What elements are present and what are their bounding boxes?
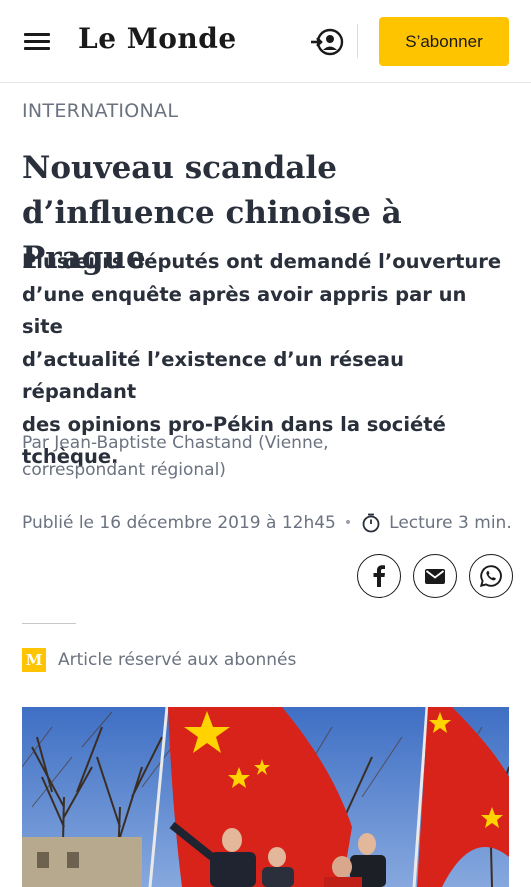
article-meta: Publié le 16 décembre 2019 à 12h45 • Lec… <box>22 510 512 536</box>
top-bar: Le Monde S’abonner <box>0 0 531 83</box>
byline-line: correspondant régional) <box>22 460 226 480</box>
subscriber-only-notice: M Article réservé aux abonnés <box>22 647 296 673</box>
header-divider <box>357 24 358 58</box>
reading-time: Lecture 3 min. <box>389 513 512 533</box>
facebook-share-button[interactable] <box>357 554 401 598</box>
divider <box>22 623 76 624</box>
lede-line: d’actualité l’existence d’un réseau répa… <box>22 347 404 404</box>
whatsapp-share-button[interactable] <box>469 554 513 598</box>
lede-line: d’une enquête après avoir appris par un … <box>22 282 467 339</box>
meta-separator: • <box>343 515 353 531</box>
subscriber-only-label: Article réservé aux abonnés <box>58 650 297 670</box>
timer-icon <box>362 513 380 533</box>
menu-icon[interactable] <box>24 31 52 53</box>
account-login-icon[interactable] <box>310 27 344 57</box>
share-buttons <box>357 554 513 598</box>
headline-line: Nouveau scandale <box>22 150 337 186</box>
byline-line: Par Jean-Baptiste Chastand (Vienne, <box>22 433 329 453</box>
section-label[interactable]: INTERNATIONAL <box>22 100 178 122</box>
whatsapp-icon <box>479 565 502 588</box>
article-byline[interactable]: Par Jean-Baptiste Chastand (Vienne, corr… <box>22 430 442 484</box>
facebook-icon <box>373 565 385 587</box>
email-icon <box>425 568 445 584</box>
lede-line: Plusieurs députés ont demandé l’ouvertur… <box>22 250 502 273</box>
le-monde-logo[interactable]: Le Monde <box>78 22 237 55</box>
email-share-button[interactable] <box>413 554 457 598</box>
subscribe-button[interactable]: S’abonner <box>379 17 509 66</box>
published-date: Publié le 16 décembre 2019 à 12h45 <box>22 513 336 533</box>
article-hero-image[interactable] <box>22 707 509 887</box>
le-monde-premium-badge: M <box>22 648 46 672</box>
